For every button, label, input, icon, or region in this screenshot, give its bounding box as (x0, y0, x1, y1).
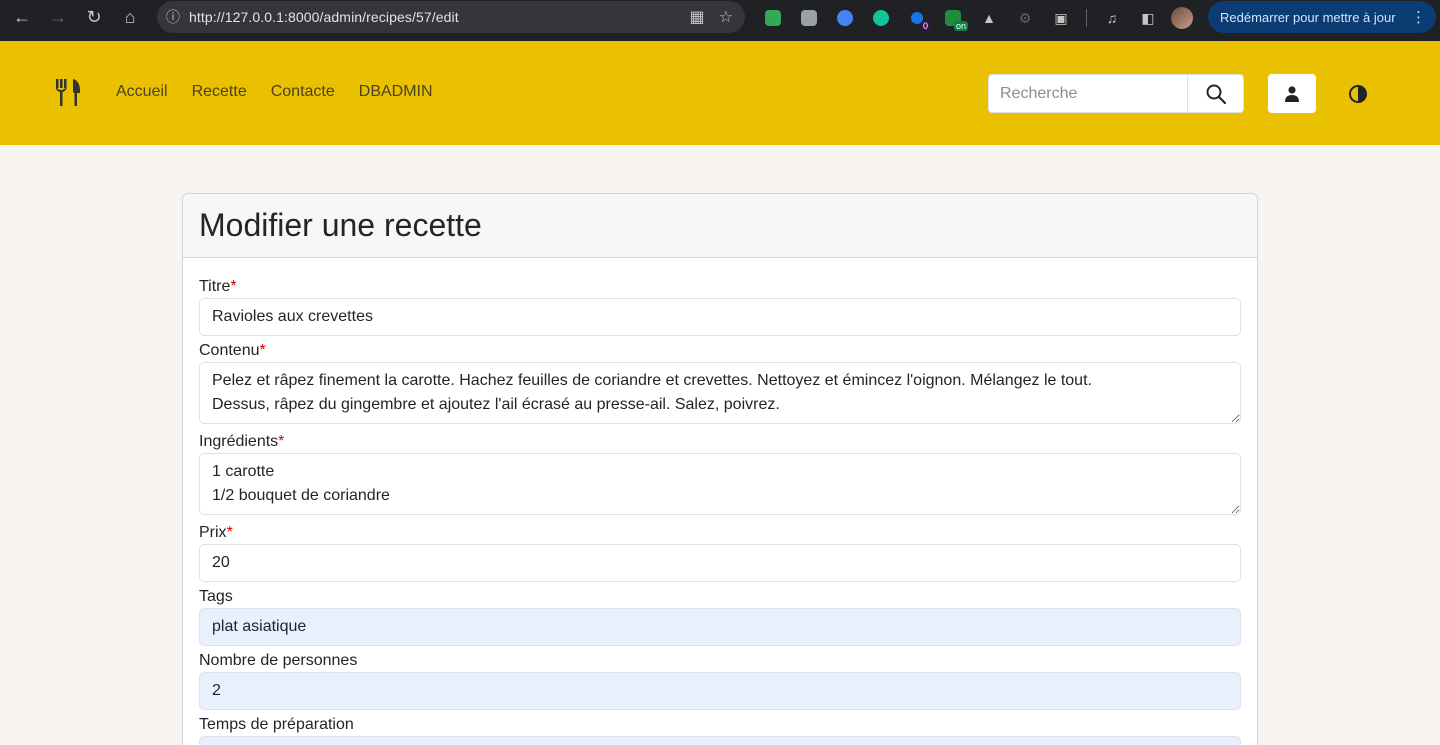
menu-item-recette[interactable]: Recette (192, 83, 247, 101)
titre-input[interactable] (199, 298, 1241, 336)
temps-input[interactable] (199, 736, 1241, 745)
forward-icon[interactable]: → (40, 0, 76, 34)
card-header: Modifier une recette (183, 194, 1257, 258)
tags-input[interactable] (199, 608, 1241, 646)
side-panel-icon[interactable]: ◧ (1135, 5, 1161, 31)
extension-mail-icon[interactable] (760, 5, 786, 31)
personnes-input[interactable] (199, 672, 1241, 710)
update-label: Redémarrer pour mettre à jour (1220, 9, 1396, 25)
temps-label: Temps de préparation (199, 716, 354, 733)
user-icon (1285, 85, 1299, 102)
site-navbar: Accueil Recette Contacte DBADMIN (0, 41, 1440, 145)
restart-update-button[interactable]: Redémarrer pour mettre à jour ⋮ (1208, 1, 1436, 33)
menu-item-dbadmin[interactable]: DBADMIN (359, 83, 433, 101)
translate-icon[interactable]: ▦ (690, 7, 705, 27)
extension-gear-icon[interactable]: ⚙ (1012, 5, 1038, 31)
extension-badge-0-icon[interactable]: 0 (904, 5, 930, 31)
tags-label: Tags (199, 588, 233, 605)
search-form (988, 74, 1244, 113)
extension-on-badge: on (953, 21, 968, 31)
main-menu: Accueil Recette Contacte DBADMIN (116, 83, 433, 101)
menu-item-contacte[interactable]: Contacte (271, 83, 335, 101)
extension-badge-count: 0 (920, 21, 930, 31)
profile-avatar[interactable] (1171, 7, 1193, 29)
reload-icon[interactable]: ↻ (76, 0, 112, 34)
ingredients-label: Ingrédients* (199, 431, 1241, 453)
extension-on-icon[interactable]: on (940, 5, 968, 31)
edit-recipe-card: Modifier une recette Titre* Contenu* Pel… (182, 193, 1258, 745)
utensils-icon[interactable] (54, 79, 82, 107)
extension-compass-icon[interactable] (832, 5, 858, 31)
toolbar-divider (1086, 9, 1087, 27)
contenu-label: Contenu* (199, 340, 1241, 362)
required-mark: * (259, 342, 266, 359)
extensions-puzzle-icon[interactable]: ▣ (1048, 5, 1074, 31)
ingredients-label-text: Ingrédients (199, 433, 279, 450)
more-menu-icon[interactable]: ⋮ (1411, 8, 1426, 26)
menu-item-accueil[interactable]: Accueil (116, 83, 168, 101)
required-mark: * (278, 433, 285, 450)
account-button[interactable] (1268, 74, 1316, 113)
browser-toolbar: ← → ↻ ⌂ ⓘ http://127.0.0.1:8000/admin/re… (0, 0, 1440, 41)
bookmark-star-icon[interactable]: ☆ (719, 7, 733, 27)
address-bar[interactable]: ⓘ http://127.0.0.1:8000/admin/recipes/57… (157, 1, 745, 33)
prix-input[interactable] (199, 544, 1241, 582)
back-icon[interactable]: ← (4, 0, 40, 34)
extension-k-icon[interactable] (796, 5, 822, 31)
contenu-label-text: Contenu (199, 342, 260, 359)
page-title: Modifier une recette (199, 207, 482, 243)
home-icon[interactable]: ⌂ (112, 0, 148, 34)
prix-label-text: Prix (199, 524, 227, 541)
ingredients-textarea[interactable]: 1 carotte 1/2 bouquet de coriandre (199, 453, 1241, 515)
required-mark: * (230, 278, 237, 295)
media-control-icon[interactable]: ♫ (1099, 5, 1125, 31)
required-mark: * (226, 524, 233, 541)
extension-hat-icon[interactable]: ▲ (976, 5, 1002, 31)
recipe-form: Titre* Contenu* Pelez et râpez finement … (183, 258, 1257, 745)
search-icon (1206, 84, 1226, 104)
personnes-label: Nombre de personnes (199, 652, 358, 669)
search-button[interactable] (1187, 74, 1244, 113)
contenu-textarea[interactable]: Pelez et râpez finement la carotte. Hach… (199, 362, 1241, 424)
theme-toggle-icon[interactable] (1348, 84, 1368, 104)
prix-label: Prix* (199, 522, 1241, 544)
titre-label-text: Titre (199, 278, 231, 295)
site-info-icon[interactable]: ⓘ (157, 7, 189, 27)
search-input[interactable] (988, 74, 1187, 113)
extension-grammarly-icon[interactable] (868, 5, 894, 31)
url-text: http://127.0.0.1:8000/admin/recipes/57/e… (189, 9, 459, 25)
titre-label: Titre* (199, 276, 1241, 298)
